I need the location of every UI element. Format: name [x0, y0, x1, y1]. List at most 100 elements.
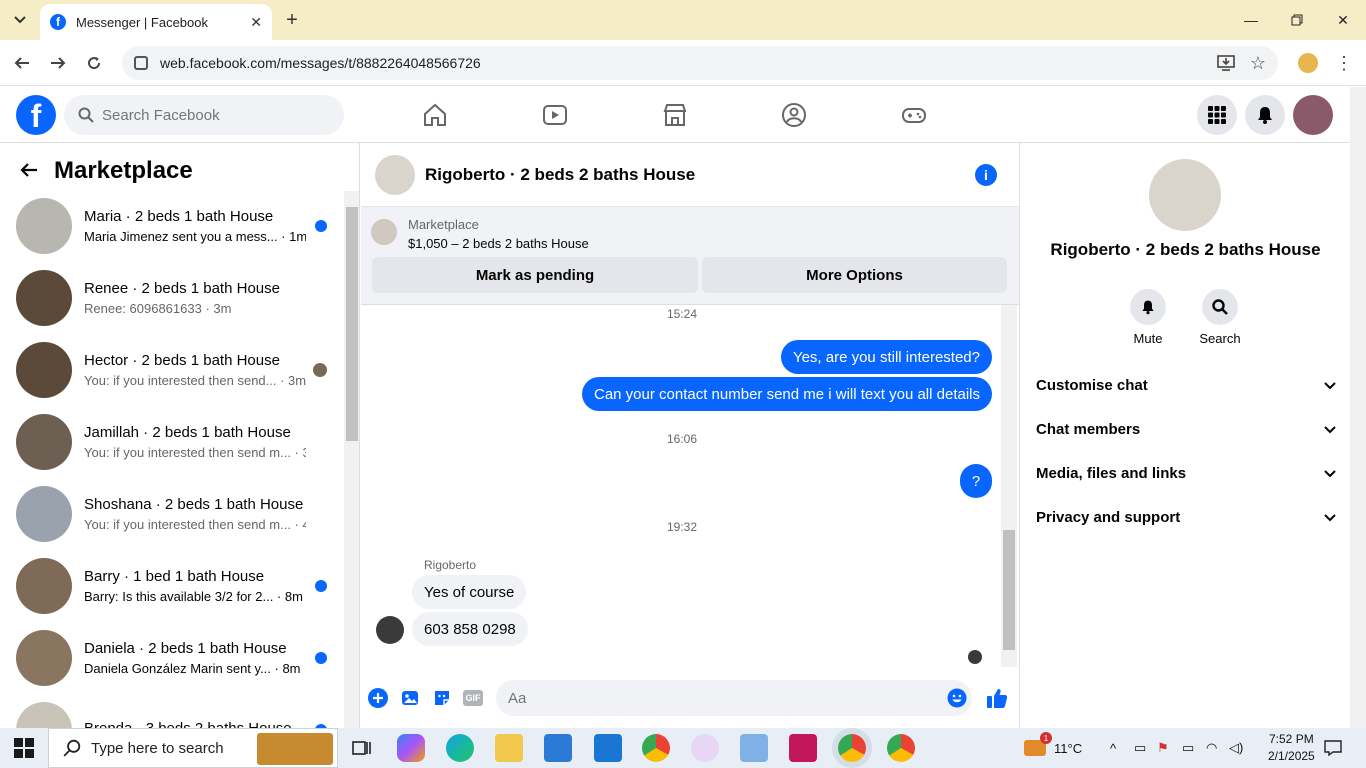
list-item[interactable]: Shoshana · 2 beds 1 bath House You: if yo… — [0, 478, 344, 550]
facebook-logo-icon[interactable]: f — [16, 95, 56, 135]
windows-start-icon[interactable] — [14, 738, 34, 758]
outgoing-message[interactable]: Can your contact number send me i will t… — [581, 377, 992, 411]
app-tray-icon[interactable]: ⚑ — [1157, 728, 1169, 768]
install-app-icon[interactable] — [1214, 51, 1238, 75]
message-thread-scrollbar[interactable] — [1001, 305, 1017, 667]
reload-button[interactable] — [82, 51, 106, 75]
incoming-message[interactable]: Yes of course — [412, 575, 527, 609]
privacy-support-row[interactable]: Privacy and support — [1036, 495, 1336, 539]
close-tab-icon[interactable]: ✕ — [250, 14, 262, 31]
message-input-box[interactable] — [496, 680, 972, 716]
menu-grid-icon[interactable] — [1197, 95, 1237, 135]
chat-avatar[interactable] — [375, 154, 415, 195]
chevron-up-icon[interactable]: ^ — [1110, 728, 1116, 768]
list-item[interactable]: Brenda · 3 beds 2 baths House — [0, 694, 344, 728]
message-input[interactable] — [508, 689, 908, 707]
gaming-icon[interactable] — [898, 99, 930, 131]
notifications-icon[interactable] — [1324, 728, 1342, 768]
gif-icon[interactable]: GIF — [462, 687, 484, 709]
listing-thumbnail — [16, 486, 72, 542]
list-item[interactable]: Maria · 2 beds 1 bath House Maria Jimenez… — [0, 190, 344, 262]
mute-button[interactable]: Mute — [1118, 289, 1178, 346]
site-info-icon[interactable] — [134, 56, 148, 70]
mail-icon[interactable] — [594, 734, 622, 762]
close-window-button[interactable]: ✕ — [1330, 8, 1356, 32]
page-scrollbar[interactable] — [1350, 87, 1366, 728]
app-icon[interactable] — [691, 734, 719, 762]
listing-thumbnail — [16, 630, 72, 686]
listing-thumbnail — [16, 414, 72, 470]
profile-icon[interactable] — [1296, 51, 1320, 75]
search-in-chat-button[interactable]: Search — [1190, 289, 1250, 346]
incoming-message[interactable]: 603 858 0298 — [412, 612, 528, 646]
marketplace-icon[interactable] — [659, 99, 691, 131]
thumbs-up-icon[interactable] — [986, 687, 1008, 709]
forward-button[interactable] — [46, 51, 70, 75]
media-files-links-row[interactable]: Media, files and links — [1036, 451, 1336, 495]
listing-title[interactable]: $1,050 – 2 beds 2 baths House — [408, 236, 589, 251]
edge-icon[interactable] — [446, 734, 474, 762]
battery-icon[interactable]: ▭ — [1182, 728, 1194, 768]
more-options-button[interactable]: More Options — [702, 257, 1007, 293]
timestamp: 15:24 — [666, 307, 698, 321]
conversation-name: Hector · 2 beds 1 bath House — [84, 352, 280, 369]
info-icon[interactable]: i — [975, 164, 997, 186]
minimize-button[interactable]: — — [1238, 8, 1264, 32]
list-item[interactable]: Renee · 2 beds 1 bath House Renee: 609686… — [0, 262, 344, 334]
task-view-icon[interactable] — [347, 734, 375, 762]
notepad-icon[interactable] — [740, 734, 768, 762]
chrome-profile-icon[interactable] — [887, 734, 915, 762]
mark-as-pending-button[interactable]: Mark as pending — [372, 257, 698, 293]
restore-button[interactable] — [1284, 8, 1310, 32]
chrome-active-icon[interactable] — [838, 734, 866, 762]
volume-icon[interactable]: ◁) — [1229, 728, 1243, 768]
add-more-icon[interactable] — [367, 687, 389, 709]
facebook-search-input[interactable] — [102, 106, 322, 124]
groups-icon[interactable] — [778, 99, 810, 131]
copilot-icon[interactable] — [397, 734, 425, 762]
attach-photo-icon[interactable] — [399, 687, 421, 709]
sender-avatar[interactable] — [376, 616, 404, 644]
tab-search-chevron-icon[interactable] — [6, 8, 34, 32]
list-item[interactable]: Jamillah · 2 beds 1 bath House You: if yo… — [0, 406, 344, 478]
back-button[interactable] — [10, 51, 34, 75]
emoji-icon[interactable] — [946, 687, 968, 709]
scrollbar-thumb[interactable] — [346, 207, 358, 441]
video-icon[interactable] — [539, 99, 571, 131]
outgoing-message[interactable]: Yes, are you still interested? — [780, 340, 992, 374]
store-icon[interactable] — [544, 734, 572, 762]
facebook-search[interactable] — [64, 95, 344, 135]
url-bar[interactable]: web.facebook.com/messages/t/888226404856… — [122, 46, 1278, 80]
taskbar-search[interactable]: Type here to search — [48, 728, 338, 768]
back-arrow-icon[interactable] — [20, 158, 38, 184]
outgoing-message[interactable]: ? — [960, 464, 992, 498]
chat-profile-avatar[interactable] — [1149, 159, 1221, 231]
home-icon[interactable] — [419, 99, 451, 131]
chrome-icon[interactable] — [642, 734, 670, 762]
sticker-icon[interactable] — [431, 687, 453, 709]
new-tab-button[interactable]: + — [282, 8, 302, 32]
bookmark-star-icon[interactable]: ☆ — [1246, 51, 1270, 75]
list-item[interactable]: Hector · 2 beds 1 bath House You: if you … — [0, 334, 344, 406]
recorder-icon[interactable] — [789, 734, 817, 762]
system-clock[interactable]: 7:52 PM 2/1/2025 — [1268, 731, 1315, 765]
scrollbar-thumb[interactable] — [1003, 530, 1015, 650]
customise-chat-row[interactable]: Customise chat — [1036, 363, 1336, 407]
list-item[interactable]: Daniela · 2 beds 1 bath House Daniela Gon… — [0, 622, 344, 694]
weather-widget[interactable]: 1 11°C — [1024, 728, 1082, 768]
file-explorer-icon[interactable] — [495, 734, 523, 762]
tab-title: Messenger | Facebook — [76, 14, 208, 30]
account-avatar[interactable] — [1293, 95, 1333, 135]
notifications-bell-icon[interactable] — [1245, 95, 1285, 135]
conversation-list-scrollbar[interactable] — [344, 191, 359, 728]
chat-members-row[interactable]: Chat members — [1036, 407, 1336, 451]
meet-now-icon[interactable]: ▭ — [1134, 728, 1146, 768]
conversation-name: Barry · 1 bed 1 bath House — [84, 568, 265, 585]
chat-title[interactable]: Rigoberto · 2 beds 2 baths House — [425, 165, 695, 185]
network-icon[interactable]: ◠ — [1206, 728, 1217, 768]
browser-tab[interactable]: f Messenger | Facebook ✕ — [40, 4, 272, 40]
browser-menu-icon[interactable]: ⋮ — [1332, 51, 1356, 75]
browser-tabstrip: f Messenger | Facebook ✕ + — ✕ — [0, 0, 1366, 40]
seen-avatar — [313, 363, 327, 377]
list-item[interactable]: Barry · 1 bed 1 bath House Barry: Is this… — [0, 550, 344, 622]
